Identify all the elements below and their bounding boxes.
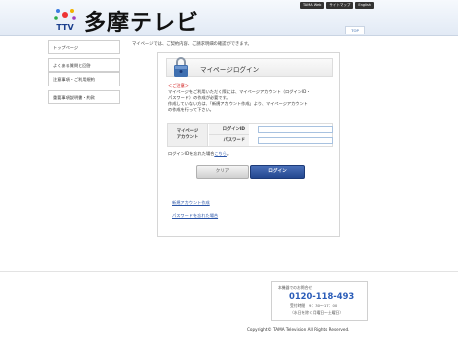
- sidebar-item-top[interactable]: トップページ: [48, 40, 120, 54]
- forgot-id-text: ログインIDを忘れた場合こちら。: [168, 151, 231, 157]
- top-link-english[interactable]: English: [355, 2, 374, 9]
- ttv-logo-icon: TTV: [54, 9, 76, 32]
- copyright: Copyright© TAMA Television All Rights Re…: [247, 327, 350, 332]
- login-button[interactable]: ログイン: [250, 165, 305, 179]
- forgot-id-link[interactable]: こちら: [214, 151, 227, 156]
- logo-text: 多摩テレビ: [84, 11, 200, 36]
- svg-text:TTV: TTV: [56, 23, 74, 32]
- forgot-id-label: ログインIDを忘れた場合: [168, 151, 215, 156]
- sidebar-item-terms[interactable]: 注意事項・ご利用規約: [48, 72, 120, 86]
- login-id-label: ログインID: [209, 124, 249, 135]
- site-header: TTV 多摩テレビ TAMA Web サイトマップ English TOP: [0, 0, 458, 36]
- password-input[interactable]: [258, 137, 333, 144]
- form-section-label-line1: マイページ: [176, 129, 199, 134]
- contact-days: （水日を除く月曜日〜土曜日）: [290, 310, 344, 315]
- top-links: TAMA Web サイトマップ English: [299, 2, 374, 9]
- top-link-tama-web[interactable]: TAMA Web: [299, 2, 325, 9]
- form-section-label-line2: アカウント: [176, 134, 199, 140]
- contact-hours: 受付時間 9：30〜17：00: [290, 303, 338, 308]
- password-label: パスワード: [209, 135, 249, 146]
- sidebar-nav: トップページ よくある質問と回答 注意事項・ご利用規約 重要事項説明書・約款: [48, 40, 120, 104]
- contact-phone[interactable]: 0120-118-493: [289, 291, 354, 301]
- notice-line: の作成を行って下さい。: [168, 107, 214, 112]
- padlock-icon: [174, 57, 188, 77]
- forgot-id-suffix: 。: [226, 151, 232, 156]
- intro-text: マイページでは、ご契約内容、ご請求明細の確認ができます。: [132, 42, 252, 47]
- contact-box: 本機器でのお問合せ 0120-118-493 受付時間 9：30〜17：00 （…: [271, 281, 368, 321]
- login-panel-header: マイページログイン: [166, 57, 333, 77]
- form-section-label: マイページ アカウント: [168, 124, 208, 146]
- forgot-password-link[interactable]: パスワードを忘れた場合: [172, 213, 218, 219]
- panel-title: マイページログイン: [200, 66, 260, 74]
- login-form: マイページ アカウント ログインID パスワード: [167, 123, 333, 147]
- footer-divider: [0, 271, 458, 272]
- login-id-input[interactable]: [258, 126, 333, 133]
- clear-button[interactable]: クリア: [196, 165, 249, 179]
- sidebar-item-contract[interactable]: 重要事項説明書・約款: [48, 90, 120, 104]
- new-account-link[interactable]: 新規アカウント作成: [172, 200, 210, 206]
- sidebar-item-faq[interactable]: よくある質問と回答: [48, 58, 120, 72]
- top-link-sitemap[interactable]: サイトマップ: [326, 2, 354, 9]
- login-panel: マイページログイン ＜ご注意＞ マイページをご利用いただく際には、マイページアカ…: [157, 52, 340, 237]
- tab-top[interactable]: TOP: [345, 26, 365, 34]
